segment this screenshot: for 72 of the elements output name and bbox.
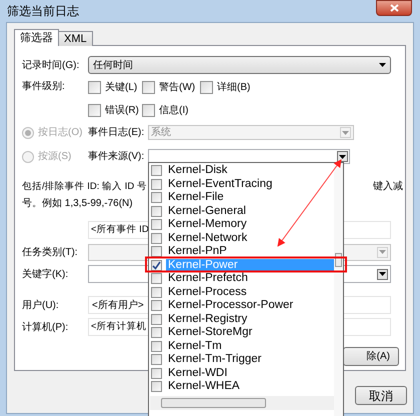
- list-item[interactable]: Kernel-File: [166, 191, 334, 204]
- field-label: 计算机(P):: [22, 320, 70, 334]
- checkbox[interactable]: [151, 314, 162, 325]
- checkbox[interactable]: [151, 340, 162, 352]
- field-label: 事件来源(V):: [88, 150, 146, 164]
- checkbox[interactable]: [151, 192, 162, 204]
- checkbox-label: 警告(W): [159, 80, 196, 94]
- checkbox[interactable]: [151, 381, 162, 392]
- vertical-scrollbar[interactable]: [334, 163, 343, 416]
- checkbox[interactable]: [151, 246, 162, 258]
- close-icon: [390, 4, 398, 12]
- dropdown-arrow-icon: [342, 130, 349, 134]
- field-label: 关键字(K):: [22, 268, 70, 282]
- list-item[interactable]: Kernel-Memory: [166, 218, 334, 232]
- checkbox[interactable]: [151, 219, 162, 230]
- checkbox[interactable]: [88, 104, 101, 116]
- field-label: 事件日志(E):: [88, 126, 146, 140]
- list-item[interactable]: Kernel-Registry: [166, 312, 334, 326]
- dropdown-arrow-icon: [379, 63, 386, 67]
- dropdown-arrow-icon: [379, 272, 386, 276]
- checkbox-label: 错误(R): [105, 104, 139, 118]
- checkbox[interactable]: [151, 327, 162, 338]
- list-item[interactable]: Kernel-Tm: [166, 340, 334, 353]
- dropdown-arrow-icon: [379, 250, 386, 254]
- list-item[interactable]: Kernel-Process: [166, 286, 334, 299]
- horizontal-scrollbar[interactable]: [150, 396, 334, 410]
- checkbox[interactable]: [151, 165, 162, 176]
- list-item[interactable]: Kernel-Tm-Trigger: [166, 353, 334, 366]
- tab[interactable]: XML: [58, 31, 93, 46]
- radio-label: 按源(S): [38, 150, 72, 164]
- checkbox[interactable]: [151, 368, 162, 379]
- checkbox[interactable]: [151, 206, 162, 217]
- list-item[interactable]: Kernel-PnP: [166, 245, 334, 258]
- list-item[interactable]: Kernel-WDI: [166, 366, 334, 380]
- checkbox[interactable]: [88, 80, 101, 94]
- field-label: 记录时间(G):: [22, 58, 80, 72]
- field-label: 用户(U):: [22, 298, 60, 312]
- field-label: 事件级别:: [22, 80, 66, 94]
- checkmark-icon: [152, 260, 161, 270]
- checkbox[interactable]: [151, 260, 162, 271]
- checkbox[interactable]: [142, 80, 155, 94]
- checkbox-label: 详细(B): [217, 80, 250, 94]
- time-dropdown[interactable]: 任何时间: [88, 56, 391, 74]
- hint-text: 包括/排除事件 ID: 输入 ID 号: [22, 180, 147, 194]
- checkbox[interactable]: [151, 354, 162, 366]
- field-label: 任务类别(T):: [22, 246, 79, 260]
- tab[interactable]: 筛选器: [14, 29, 59, 46]
- cancel-button[interactable]: 取消: [355, 386, 407, 405]
- dropdown-arrow-icon: [339, 154, 346, 158]
- list-item[interactable]: Kernel-EventTracing: [166, 178, 334, 191]
- clear-button[interactable]: 除(A): [343, 347, 399, 366]
- window-title: 筛选当前日志: [7, 4, 79, 18]
- checkbox-label: 信息(I): [159, 104, 188, 118]
- checkbox[interactable]: [200, 80, 213, 94]
- checkbox[interactable]: [151, 273, 162, 284]
- list-item[interactable]: Kernel-Disk: [166, 164, 334, 178]
- checkbox[interactable]: [151, 286, 162, 298]
- checkbox[interactable]: [151, 178, 162, 190]
- checkbox[interactable]: [151, 300, 162, 312]
- list-item[interactable]: Kernel-Network: [166, 232, 334, 245]
- list-item[interactable]: Kernel-StoreMgr: [166, 326, 334, 340]
- list-item[interactable]: Kernel-WHEA: [166, 380, 334, 394]
- hint-text: 键入减: [373, 180, 403, 194]
- radio-label: 按日志(O): [38, 126, 82, 140]
- checkbox[interactable]: [151, 232, 162, 244]
- checkbox-label: 关键(L): [105, 80, 138, 94]
- list-item[interactable]: Kernel-Processor-Power: [166, 299, 334, 312]
- list-item[interactable]: Kernel-General: [166, 204, 334, 218]
- close-button[interactable]: [376, 0, 412, 16]
- list-item[interactable]: Kernel-Prefetch: [166, 272, 334, 286]
- hint-text: 号。例如 1,3,5-99,-76(N): [22, 197, 133, 211]
- checkbox[interactable]: [142, 104, 155, 116]
